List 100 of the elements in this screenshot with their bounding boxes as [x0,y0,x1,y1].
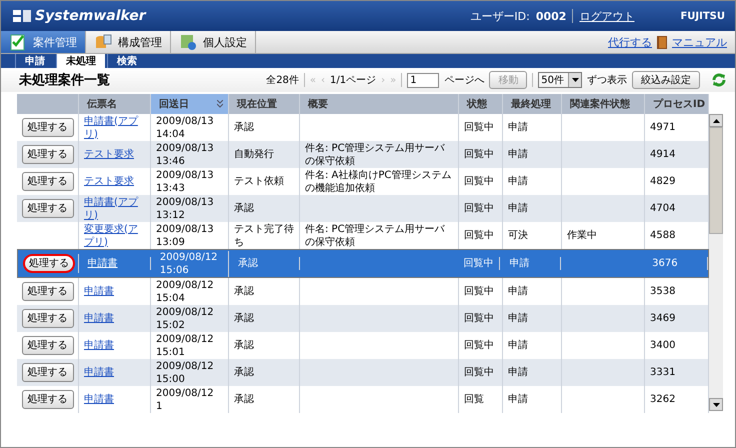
manual-link[interactable]: マニュアル [672,34,727,50]
column-header[interactable]: 最終処理 [503,94,562,114]
date-cell-text: 2009/08/13 13:46 [156,142,215,168]
column-header[interactable]: 回送日 [151,94,229,114]
refresh-icon[interactable] [711,72,727,88]
page-input[interactable]: 1 [407,72,440,88]
scrollbar[interactable] [709,114,723,411]
column-header[interactable]: 状態 [459,94,503,114]
scroll-down-icon [712,402,720,406]
table-row[interactable]: 処理する 申請書 2009/08/12 15:06 承認 回覧中 申請 3676 [17,249,709,278]
process-id-cell: 3400 [650,339,676,352]
process-button[interactable]: 処理する [22,363,74,382]
process-id-cell: 4914 [650,148,676,161]
table-row[interactable]: 処理する 申請書 2009/08/12 1 承認 回覧 申請 3262 [17,386,709,413]
nav-tab[interactable]: 個人設定 [171,31,256,53]
status-cell: 回覧中 [464,121,494,134]
column-header[interactable]: 概要 [300,94,459,114]
form-link[interactable]: テスト要求 [84,175,134,188]
per-page-select[interactable]: 50件 [538,72,582,88]
process-id-cell: 3538 [650,285,676,298]
status-cell: 回覧中 [464,175,494,188]
status-cell: 回覧中 [464,202,494,215]
brand-logo: FUJITSU [680,10,725,22]
sort-icon [217,100,223,108]
column-header[interactable]: プロセスID [645,94,709,114]
process-id-cell: 3262 [650,393,676,406]
form-link[interactable]: 申請書(アプリ) [84,196,145,222]
process-id-cell: 3469 [650,312,676,325]
status-cell: 回覧中 [464,312,494,325]
process-button[interactable]: 処理する [22,390,74,409]
scroll-up-icon [712,118,720,122]
status-cell: 回覧中 [463,257,494,270]
date-cell-text: 2009/08/13 14:04 [156,114,215,140]
nav-tab[interactable]: 案件管理 [1,31,86,53]
book-icon [657,36,667,48]
status-cell: 回覧中 [464,366,494,379]
form-link[interactable]: 申請書 [84,366,114,379]
sub-tab[interactable]: 未処理 [56,54,105,68]
status-cell: 回覧 [464,393,484,406]
filter-button[interactable]: 絞込み設定 [632,71,700,89]
user-id-label: ユーザーID: [470,8,530,24]
nav-tab[interactable]: 構成管理 [86,31,171,53]
proxy-link[interactable]: 代行する [608,34,652,50]
location-cell: 承認 [234,202,254,215]
process-button[interactable]: 処理する [22,254,75,273]
form-link[interactable]: 申請書 [84,393,114,406]
process-id-cell: 4971 [650,121,676,134]
status-cell: 回覧中 [464,148,494,161]
user-id: 0002 [536,10,566,22]
last-action-cell: 申請 [508,393,528,406]
process-button[interactable]: 処理する [22,282,74,301]
table-row[interactable]: 処理する 申請書 2009/08/12 15:00 承認 回覧中 申請 3331 [17,359,709,386]
summary-cell-text: 件名: A社様向けPC管理システムの機能追加依頼 [305,168,452,194]
form-link[interactable]: 申請書(アプリ) [84,114,145,140]
date-cell-text: 2009/08/12 1 [156,386,215,412]
product-logo: Systemwalker [35,8,146,24]
location-cell: 承認 [234,366,254,379]
process-button[interactable]: 処理する [22,199,74,218]
location-cell: 承認 [238,257,258,270]
process-button[interactable]: 処理する [22,309,74,328]
location-cell: テスト完了待ち [234,222,294,248]
column-header[interactable]: 関連案件状態 [562,94,645,114]
column-header[interactable]: 現在位置 [229,94,300,114]
date-cell-text: 2009/08/13 13:09 [156,222,215,248]
process-id-cell: 4704 [650,202,676,215]
process-button[interactable]: 処理する [22,172,74,191]
status-cell: 回覧中 [464,285,494,298]
form-link[interactable]: 変更要求(アプリ) [84,222,145,248]
process-id-cell: 4829 [650,175,676,188]
last-action-cell: 申請 [508,312,528,325]
date-cell-text: 2009/08/12 15:01 [156,332,215,358]
page-suffix: ページへ [444,74,484,87]
summary-cell-text: 件名: PC管理システム用サーバの保守依頼 [305,222,446,248]
process-button[interactable]: 処理する [22,145,74,164]
dropdown-icon [572,78,578,82]
location-cell: 承認 [234,339,254,352]
related-status-cell: 作業中 [567,229,597,242]
table-row[interactable]: 処理する 申請書 2009/08/12 15:02 承認 回覧中 申請 3469 [17,305,709,332]
form-link[interactable]: テスト要求 [84,148,134,161]
logout-link[interactable]: ログアウト [579,8,634,24]
summary-cell-text: 件名: PC管理システム用サーバの保守依頼 [305,142,446,168]
form-link[interactable]: 申請書 [88,257,118,270]
date-cell-text: 2009/08/12 15:02 [156,306,215,332]
date-cell-text: 2009/08/12 15:06 [160,250,219,276]
process-button[interactable]: 処理する [22,118,74,137]
total-count: 全28件 [266,74,299,87]
table-row[interactable]: 処理する 申請書(アプリ) 2009/08/13 13:12 承認 回覧中 申請 4704 [17,195,709,222]
form-link[interactable]: 申請書 [84,339,114,352]
last-action-cell: 申請 [508,175,528,188]
form-link[interactable]: 申請書 [84,312,114,325]
location-cell: 承認 [234,393,254,406]
last-action-cell: 申請 [508,148,528,161]
checklist-icon [9,33,27,51]
status-cell: 回覧中 [464,229,494,242]
logo-icon [11,8,33,24]
form-link[interactable]: 申請書 [84,285,114,298]
process-button[interactable]: 処理する [22,336,74,355]
date-cell-text: 2009/08/13 13:12 [156,196,215,222]
table-row[interactable]: 処理する テスト要求 2009/08/13 13:46 自動発行 件名: PC管理システム用サーバの保守依頼 回覧中 申請 4914 [17,141,709,168]
page-indicator: 1/1ページ [330,74,376,87]
